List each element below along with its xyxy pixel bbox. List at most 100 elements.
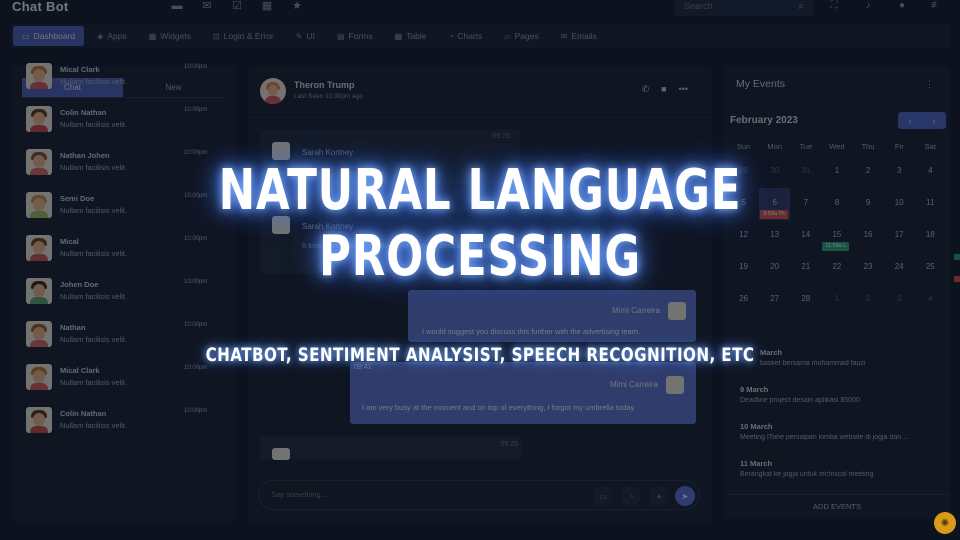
calendar-day[interactable]: 3 — [884, 156, 915, 188]
contact-name: Johen Doe — [60, 280, 99, 289]
nav-item-ui[interactable]: ✎ UI — [287, 26, 324, 46]
mail-icon: ✉ — [560, 31, 568, 41]
event-item[interactable]: 10 March Meeting ITone persiapan lomba we… — [740, 422, 940, 459]
nav-item-dashboard[interactable]: ▭ Dashboard — [13, 26, 85, 46]
user-icon[interactable]: ● — [896, 0, 908, 12]
list-item[interactable]: Mical Clark Nullam facilisis velit. 10:00p… — [24, 63, 214, 106]
side-indicator — [954, 254, 960, 260]
nav-label: Table — [406, 31, 427, 41]
nav-label: Forms — [348, 31, 373, 41]
checkbox-icon[interactable]: ☑ — [230, 0, 244, 12]
calendar-day[interactable]: 11 — [915, 188, 946, 220]
emoji-icon[interactable]: ◔ — [621, 486, 641, 506]
attachment-icon[interactable]: ▭ — [593, 486, 613, 506]
list-item[interactable]: Colin Nathan Nullam facilisis velit. 10:00… — [24, 106, 214, 149]
calendar-day[interactable]: 4 — [915, 156, 946, 188]
list-item[interactable]: Mical Clark Nullam facilisis velit. 10:00p… — [24, 364, 214, 407]
monitor-icon: ▭ — [22, 31, 30, 41]
event-item[interactable]: 11 March Berangkat ke jogja untuk technic… — [740, 459, 940, 496]
chat-header: Theron Trump Last Seen 10:30pm ago ✆ ■ •… — [260, 78, 700, 108]
brand-logo: Chat Bot — [12, 0, 69, 14]
contact-name: Semi Doe — [60, 194, 95, 203]
divider — [248, 117, 712, 118]
message-input[interactable] — [271, 490, 571, 499]
nav-item-login-error[interactable]: ⊡ Login & Error — [204, 26, 283, 46]
side-indicator — [954, 276, 960, 282]
nav-item-charts[interactable]: ◔ Charts — [440, 26, 492, 46]
chat-icon[interactable]: ▬ — [170, 0, 184, 12]
gear-icon: ✺ — [940, 517, 950, 529]
event-list: March basket bersama muhammad fauzi 9 Marc… — [740, 348, 940, 496]
calendar-icon[interactable]: ▦ — [260, 0, 274, 12]
hero-title: NATURAL LANGUAGE PROCESSING — [106, 158, 855, 290]
weekday-label: Tue — [799, 142, 813, 151]
calendar-day[interactable]: 10 — [884, 188, 915, 220]
nav-item-forms[interactable]: ▤ Forms — [328, 26, 382, 46]
add-events-button[interactable]: ADD EVENTS — [724, 494, 950, 518]
avatar — [26, 278, 52, 304]
avatar[interactable] — [260, 78, 286, 104]
chevron-left-icon[interactable]: ‹ — [909, 116, 912, 126]
nav-label: Login & Error — [223, 31, 274, 41]
hero-line-1: NATURAL LANGUAGE — [218, 158, 742, 223]
bell-icon[interactable]: ♪ — [862, 0, 874, 12]
more-icon[interactable]: ••• — [679, 84, 688, 95]
nav-item-pages[interactable]: ▱ Pages — [495, 26, 547, 46]
contact-time: 10:00pm — [184, 107, 208, 113]
calendar-day[interactable]: 16 — [853, 220, 884, 252]
pie-chart-icon: ◔ — [448, 31, 454, 41]
weekday-label: Sat — [924, 142, 936, 151]
chevron-right-icon[interactable]: › — [933, 116, 936, 126]
weekday-label: Fri — [894, 142, 904, 151]
nav-label: UI — [306, 31, 315, 41]
send-button[interactable]: ➤ — [675, 486, 695, 506]
calendar-day[interactable]: 3 — [884, 284, 915, 316]
phone-icon[interactable]: ✆ — [642, 84, 650, 95]
search-icon[interactable]: ⌕ — [798, 1, 804, 12]
weekday-label: Sun — [736, 142, 751, 151]
microphone-icon[interactable]: ♦ — [649, 486, 669, 506]
search-input[interactable] — [684, 1, 784, 11]
nav-item-widgets[interactable]: ▦ Widgets — [140, 26, 200, 46]
list-item[interactable]: Colin Nathan Nullam facilisis velit. 10:00… — [24, 407, 214, 450]
contact-last-message: Nullam facilisis velit. — [60, 77, 128, 86]
avatar — [26, 106, 52, 132]
kebab-menu-icon[interactable]: ⋮ — [925, 79, 934, 90]
events-title: My Events — [736, 78, 786, 90]
event-item[interactable]: 9 March Deadline project desain aplikasi … — [740, 385, 940, 422]
avatar — [666, 376, 684, 394]
settings-sliders-icon[interactable]: ≢ — [930, 0, 942, 12]
calendar-day[interactable]: 2 — [853, 284, 884, 316]
hero-line-2: PROCESSING — [318, 224, 642, 289]
calendar-day[interactable]: 4 — [915, 284, 946, 316]
calendar-day[interactable]: 17 — [884, 220, 915, 252]
settings-fab[interactable]: ✺ — [934, 512, 956, 534]
calendar-day[interactable]: 23 — [853, 252, 884, 284]
fullscreen-icon[interactable]: ⛶ — [828, 0, 840, 12]
nav-item-apps[interactable]: ◈ Apps — [88, 26, 136, 46]
video-icon[interactable]: ■ — [661, 84, 666, 95]
contact-last-message: Nullam facilisis velit. — [60, 421, 128, 430]
calendar-day[interactable]: 9 — [853, 188, 884, 220]
weekday-row: Sun Mon Tue Wed Thu Fri Sat — [728, 142, 946, 156]
avatar — [668, 302, 686, 320]
nav-item-table[interactable]: ▦ Table — [386, 26, 436, 46]
file-icon: ▤ — [336, 31, 345, 41]
calendar-day[interactable]: 18 — [915, 220, 946, 252]
message-sender: Mimi Carreira — [610, 380, 658, 389]
calendar-day[interactable]: 25 — [915, 252, 946, 284]
hero-subtitle: CHATBOT, SENTIMENT ANALYSIST, SPEECH REC… — [205, 344, 755, 366]
mail-icon[interactable]: ✉ — [200, 0, 214, 12]
contact-last-message: Nullam facilisis velit. — [60, 335, 128, 344]
calendar-day[interactable]: 24 — [884, 252, 915, 284]
message-composer: ▭ ◔ ♦ ➤ — [258, 480, 700, 510]
lock-icon: ⊡ — [212, 31, 220, 41]
last-seen: Last Seen 10:30pm ago — [294, 93, 364, 100]
star-icon[interactable]: ★ — [290, 0, 304, 12]
contact-time: 10:00pm — [184, 322, 208, 328]
contact-name: Mical Clark — [60, 65, 100, 74]
nav-item-emails[interactable]: ✉ Emails — [552, 26, 606, 46]
calendar-day[interactable]: 2 — [853, 156, 884, 188]
event-date: 9 March — [740, 385, 769, 394]
chat-actions: ✆ ■ ••• — [642, 84, 688, 95]
